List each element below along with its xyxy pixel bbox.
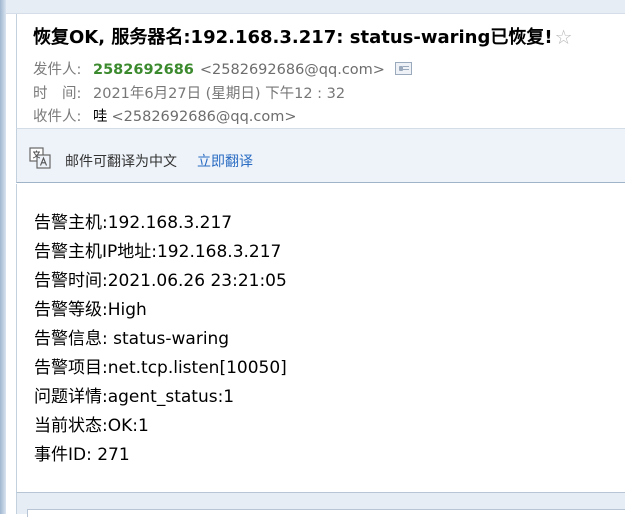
contact-card-icon[interactable] [394,62,412,75]
top-toolbar-strip [6,0,625,14]
body-line: 当前状态:OK:1 [34,416,149,436]
body-line: 告警信息: status-waring [34,329,230,349]
translate-bar: 邮件可翻译为中文 立即翻译 [16,128,625,183]
translate-icon [29,147,51,169]
time-row: 时 间: 2021年6月27日 (星期日) 下午12 : 32 [33,82,345,103]
body-line: 告警主机:192.168.3.217 [34,213,233,233]
from-label: 发件人: [33,62,82,78]
translate-now-link[interactable]: 立即翻译 [197,151,253,171]
bottom-panel [16,492,625,517]
to-row: 收件人: 哇 <2582692686@qq.com> [33,105,297,126]
subject-text: 恢复OK, 服务器名:192.168.3.217: status-waring已… [33,27,553,48]
body-line: 告警等级:High [34,300,147,320]
body-line: 告警时间:2021.06.26 23:21:05 [34,271,287,291]
recipient-name[interactable]: 哇 [93,109,108,125]
sender-address[interactable]: <2582692686@qq.com> [200,62,385,78]
email-body: 告警主机:192.168.3.217 告警主机IP地址:192.168.3.21… [16,184,625,492]
body-line: 告警项目:net.tcp.listen[10050] [34,358,287,378]
body-line: 告警主机IP地址:192.168.3.217 [34,242,282,262]
time-label: 时 间: [33,86,82,102]
window-left-border [0,0,6,514]
recipient-address[interactable]: <2582692686@qq.com> [112,109,297,125]
reply-box[interactable] [27,509,625,517]
email-subject: 恢复OK, 服务器名:192.168.3.217: status-waring已… [33,23,573,49]
sender-name[interactable]: 2582692686 [93,62,194,78]
translate-hint: 邮件可翻译为中文 [65,154,177,170]
body-line: 事件ID: 271 [34,445,130,465]
body-line: 问题详情:agent_status:1 [34,387,235,407]
email-header: 恢复OK, 服务器名:192.168.3.217: status-waring已… [16,14,625,128]
time-value: 2021年6月27日 (星期日) 下午12 : 32 [93,86,346,102]
from-row: 发件人: 2582692686 <2582692686@qq.com> [33,58,412,79]
to-label: 收件人: [33,109,82,125]
star-icon[interactable]: ☆ [555,25,573,49]
